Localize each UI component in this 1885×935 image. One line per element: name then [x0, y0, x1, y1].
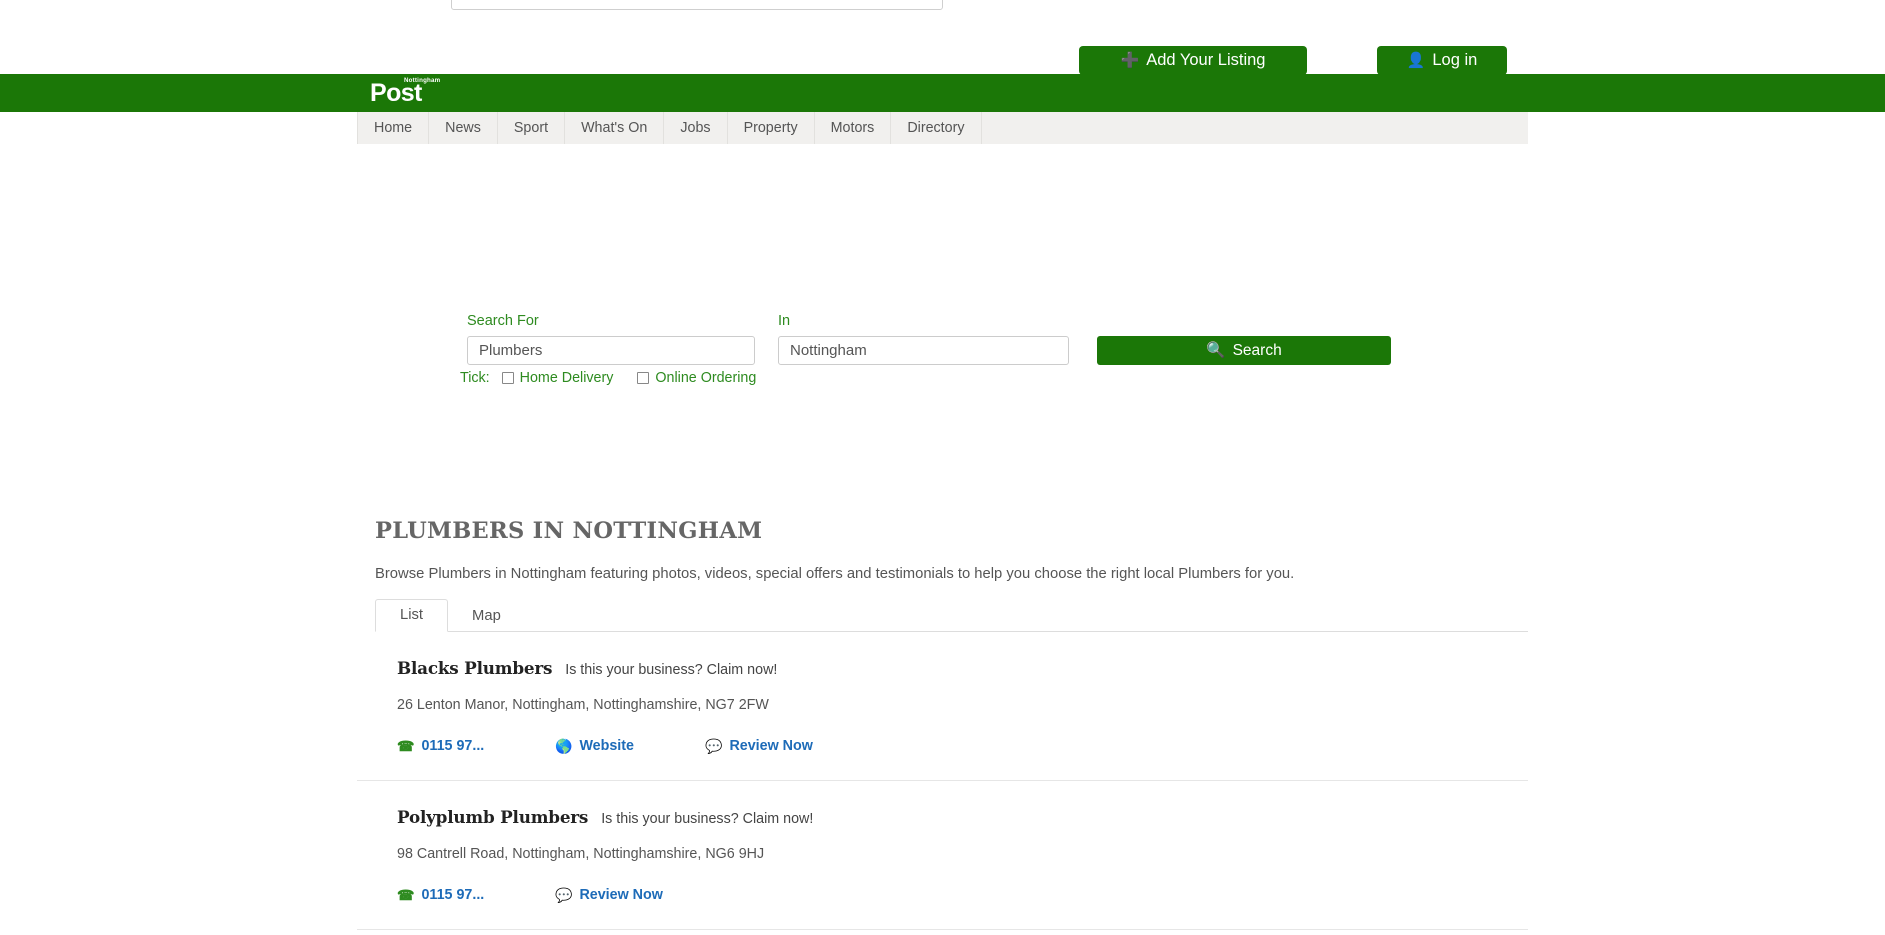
listing-item: Blacks Plumbers Is this your business? C…: [357, 632, 1528, 781]
main-navigation: Home News Sport What's On Jobs Property …: [0, 112, 1885, 144]
nav-item-home[interactable]: Home: [357, 112, 429, 144]
claim-business-link[interactable]: Is this your business? Claim now!: [601, 811, 813, 827]
business-address: 26 Lenton Manor, Nottingham, Nottinghams…: [397, 697, 1506, 713]
filter-home-delivery[interactable]: Home Delivery: [502, 370, 614, 386]
claim-business-link[interactable]: Is this your business? Claim now!: [565, 662, 777, 678]
phone-link[interactable]: ☎ 0115 97...: [397, 738, 555, 754]
site-masthead: Nottingham Post: [0, 74, 1885, 112]
comment-icon: 💬: [705, 739, 722, 753]
top-strip: [0, 0, 1885, 12]
nav-item-whats-on[interactable]: What's On: [565, 112, 664, 144]
nav-item-property[interactable]: Property: [728, 112, 815, 144]
nav-item-directory[interactable]: Directory: [891, 112, 981, 144]
listing-item: Polyplumb Plumbers Is this your business…: [357, 781, 1528, 930]
review-now-link[interactable]: 💬 Review Now: [555, 887, 663, 903]
review-now-label: Review Now: [729, 738, 812, 754]
plus-icon: ➕: [1121, 53, 1140, 68]
review-now-label: Review Now: [579, 887, 662, 903]
listing-header: Blacks Plumbers Is this your business? C…: [397, 658, 1506, 678]
listing-actions: ☎ 0115 97... 💬 Review Now: [397, 887, 1506, 903]
nav-item-news[interactable]: News: [429, 112, 498, 144]
phone-link[interactable]: ☎ 0115 97...: [397, 887, 555, 903]
checkbox-online-ordering[interactable]: [637, 372, 649, 384]
website-link[interactable]: 🌎 Website: [555, 738, 705, 754]
listing-header: Polyplumb Plumbers Is this your business…: [397, 807, 1506, 827]
results-tabs: List Map: [375, 600, 1528, 632]
search-button[interactable]: 🔍 Search: [1097, 336, 1391, 365]
top-action-row: ➕ Add Your Listing 👤 Log in: [0, 12, 1885, 74]
page-title: PLUMBERS IN NOTTINGHAM: [375, 518, 762, 544]
search-icon: 🔍: [1206, 341, 1225, 360]
search-where-input[interactable]: [778, 336, 1069, 365]
phone-icon: ☎: [397, 739, 414, 753]
log-in-button[interactable]: 👤 Log in: [1377, 46, 1507, 75]
site-logo-main: Post: [370, 81, 422, 106]
review-now-link[interactable]: 💬 Review Now: [705, 738, 813, 754]
search-what-input[interactable]: [467, 336, 755, 365]
search-filters: Tick: Home Delivery Online Ordering: [460, 370, 756, 386]
website-label: Website: [579, 738, 634, 754]
nav-item-jobs[interactable]: Jobs: [664, 112, 727, 144]
search-button-label: Search: [1233, 342, 1282, 360]
search-in-label: In: [778, 313, 790, 329]
listing-item: Ng15 Plumbers Is this your business? Cla…: [357, 930, 1528, 935]
search-panel: Search For In 🔍 Search Tick: Home Delive…: [0, 144, 1885, 222]
checkbox-home-delivery[interactable]: [502, 372, 514, 384]
nav-item-motors[interactable]: Motors: [815, 112, 892, 144]
site-logo[interactable]: Nottingham Post: [370, 76, 444, 110]
page-description: Browse Plumbers in Nottingham featuring …: [375, 566, 1294, 582]
tick-label: Tick:: [460, 370, 490, 386]
filter-online-ordering-label: Online Ordering: [655, 370, 756, 386]
user-icon: 👤: [1407, 53, 1426, 68]
log-in-label: Log in: [1432, 52, 1477, 69]
globe-icon: 🌎: [555, 739, 572, 753]
add-your-listing-button[interactable]: ➕ Add Your Listing: [1079, 46, 1307, 75]
phone-number: 0115 97...: [421, 738, 484, 754]
listing-results: Blacks Plumbers Is this your business? C…: [357, 632, 1528, 935]
filter-online-ordering[interactable]: Online Ordering: [637, 370, 756, 386]
listing-actions: ☎ 0115 97... 🌎 Website 💬 Review Now: [397, 738, 1506, 754]
comment-icon: 💬: [555, 888, 572, 902]
phone-icon: ☎: [397, 888, 414, 902]
filter-home-delivery-label: Home Delivery: [520, 370, 614, 386]
nav-item-sport[interactable]: Sport: [498, 112, 565, 144]
business-name[interactable]: Polyplumb Plumbers: [397, 807, 588, 827]
main-navigation-inner: Home News Sport What's On Jobs Property …: [357, 112, 1528, 144]
add-your-listing-label: Add Your Listing: [1146, 52, 1265, 69]
global-search-input-partial[interactable]: [451, 0, 943, 10]
phone-number: 0115 97...: [421, 887, 484, 903]
tab-map[interactable]: Map: [448, 601, 525, 632]
business-name[interactable]: Blacks Plumbers: [397, 658, 552, 678]
tab-list[interactable]: List: [375, 599, 448, 632]
search-for-label: Search For: [467, 313, 539, 329]
business-address: 98 Cantrell Road, Nottingham, Nottingham…: [397, 846, 1506, 862]
